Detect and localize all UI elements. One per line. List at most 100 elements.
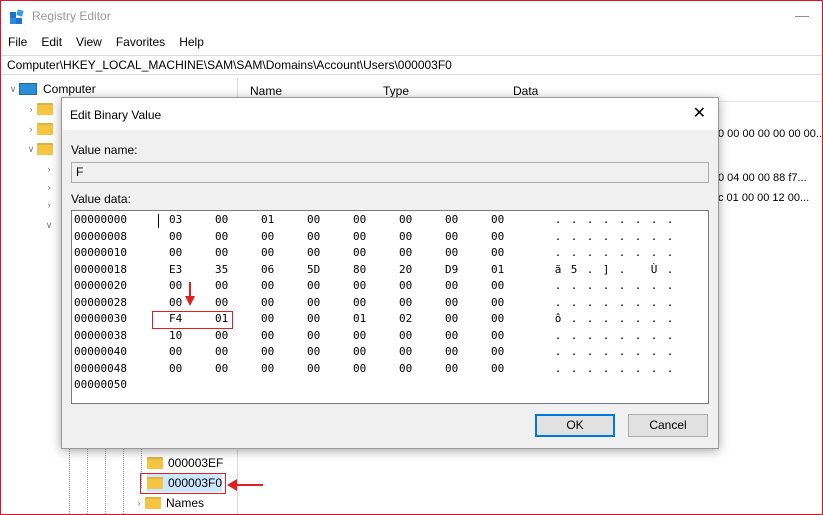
ascii-char[interactable]: . (583, 263, 597, 276)
ascii-char[interactable]: . (663, 263, 677, 276)
ascii-char[interactable]: . (663, 329, 677, 342)
ascii-char[interactable]: ] (599, 263, 613, 276)
ascii-char[interactable]: . (647, 312, 661, 325)
hex-byte[interactable]: 00 (399, 246, 419, 259)
hex-byte[interactable]: 00 (353, 362, 373, 375)
tree-item[interactable]: ∨ (25, 140, 58, 158)
tree-item[interactable]: › (43, 160, 55, 178)
hex-byte[interactable]: 80 (353, 263, 373, 276)
menu-edit[interactable]: Edit (34, 33, 69, 53)
chevron-right-icon[interactable]: › (25, 124, 37, 134)
ascii-char[interactable]: . (647, 329, 661, 342)
ascii-char[interactable]: . (631, 345, 645, 358)
value-data-cell[interactable]: 0 00 00 00 00 00 00... (718, 128, 823, 140)
hex-byte[interactable]: 02 (399, 312, 419, 325)
ascii-char[interactable]: ã (551, 263, 565, 276)
chevron-right-icon[interactable]: › (25, 104, 37, 114)
ascii-char[interactable]: . (567, 213, 581, 226)
ascii-char[interactable]: . (567, 279, 581, 292)
ascii-char[interactable]: . (647, 230, 661, 243)
hex-byte[interactable]: 00 (307, 312, 327, 325)
ascii-char[interactable]: . (599, 362, 613, 375)
hex-byte[interactable]: 00 (491, 246, 511, 259)
tree-item[interactable]: › (43, 178, 55, 196)
ascii-char[interactable]: . (663, 246, 677, 259)
ascii-char[interactable]: . (631, 246, 645, 259)
ascii-char[interactable]: . (615, 312, 629, 325)
ascii-char[interactable]: . (615, 329, 629, 342)
ascii-char[interactable]: . (631, 230, 645, 243)
ascii-char[interactable]: . (631, 213, 645, 226)
hex-byte[interactable]: 00 (491, 279, 511, 292)
ascii-char[interactable]: . (615, 279, 629, 292)
column-data[interactable]: Data (513, 84, 538, 98)
hex-byte[interactable]: 00 (261, 279, 281, 292)
ascii-char[interactable]: . (583, 213, 597, 226)
hex-byte[interactable]: 00 (261, 362, 281, 375)
hex-byte[interactable]: 00 (169, 345, 189, 358)
ascii-char[interactable]: . (583, 246, 597, 259)
hex-byte[interactable]: 00 (215, 230, 235, 243)
ascii-char[interactable]: . (551, 329, 565, 342)
hex-byte[interactable]: 00 (399, 279, 419, 292)
hex-byte[interactable]: 00 (353, 329, 373, 342)
menu-view[interactable]: View (69, 33, 109, 53)
ascii-char[interactable]: . (663, 362, 677, 375)
ascii-char[interactable]: . (647, 345, 661, 358)
ascii-char[interactable]: . (663, 345, 677, 358)
hex-byte[interactable]: 00 (445, 230, 465, 243)
cancel-button[interactable]: Cancel (628, 414, 708, 437)
hex-byte[interactable]: 00 (261, 296, 281, 309)
ascii-char[interactable]: . (631, 329, 645, 342)
tree-item-computer[interactable]: ∨ Computer (7, 80, 96, 98)
hex-byte[interactable]: 00 (399, 213, 419, 226)
ascii-char[interactable]: . (599, 213, 613, 226)
ascii-char[interactable]: . (551, 246, 565, 259)
hex-byte[interactable]: 00 (261, 312, 281, 325)
hex-byte[interactable]: 00 (445, 213, 465, 226)
hex-byte[interactable]: 00 (169, 246, 189, 259)
hex-byte[interactable]: 00 (445, 329, 465, 342)
hex-byte[interactable]: 00 (307, 279, 327, 292)
ascii-char[interactable]: . (583, 362, 597, 375)
hex-byte[interactable]: 00 (491, 329, 511, 342)
hex-byte[interactable]: 00 (353, 279, 373, 292)
value-data-cell[interactable]: 0 04 00 00 88 f7... (718, 172, 807, 184)
ascii-char[interactable]: . (631, 296, 645, 309)
hex-byte[interactable]: 00 (353, 345, 373, 358)
ascii-char[interactable]: ô (551, 312, 565, 325)
tree-item[interactable]: ∨ (43, 216, 55, 234)
tree-item[interactable]: › (25, 120, 58, 138)
ascii-char[interactable]: . (599, 329, 613, 342)
hex-byte[interactable]: 00 (399, 296, 419, 309)
column-name[interactable]: Name (250, 84, 282, 98)
hex-byte[interactable]: 00 (445, 345, 465, 358)
hex-byte[interactable]: 03 (169, 213, 189, 226)
hex-byte[interactable]: 00 (307, 362, 327, 375)
ascii-char[interactable]: . (567, 362, 581, 375)
hex-byte[interactable]: 00 (169, 362, 189, 375)
hex-byte[interactable]: 00 (445, 362, 465, 375)
hex-byte[interactable]: 00 (399, 345, 419, 358)
hex-byte[interactable]: 00 (491, 362, 511, 375)
ascii-char[interactable]: . (615, 296, 629, 309)
hex-byte[interactable]: 06 (261, 263, 281, 276)
ascii-char[interactable]: . (615, 213, 629, 226)
hex-byte[interactable]: 00 (215, 296, 235, 309)
hex-byte[interactable]: 00 (307, 296, 327, 309)
ascii-char[interactable]: . (583, 279, 597, 292)
column-type[interactable]: Type (383, 84, 409, 98)
ascii-char[interactable]: . (631, 362, 645, 375)
hex-byte[interactable]: 00 (215, 213, 235, 226)
ascii-char[interactable]: . (583, 312, 597, 325)
hex-byte[interactable]: 00 (261, 345, 281, 358)
ascii-char[interactable]: . (551, 213, 565, 226)
chevron-right-icon[interactable]: › (43, 200, 55, 210)
hex-byte[interactable]: 00 (307, 329, 327, 342)
hex-byte[interactable]: 00 (491, 312, 511, 325)
chevron-down-icon[interactable]: ∨ (43, 220, 55, 231)
ascii-char[interactable]: . (599, 230, 613, 243)
hex-byte[interactable]: 00 (399, 329, 419, 342)
minimize-button[interactable]: — (792, 7, 812, 25)
chevron-right-icon[interactable]: › (43, 164, 55, 174)
